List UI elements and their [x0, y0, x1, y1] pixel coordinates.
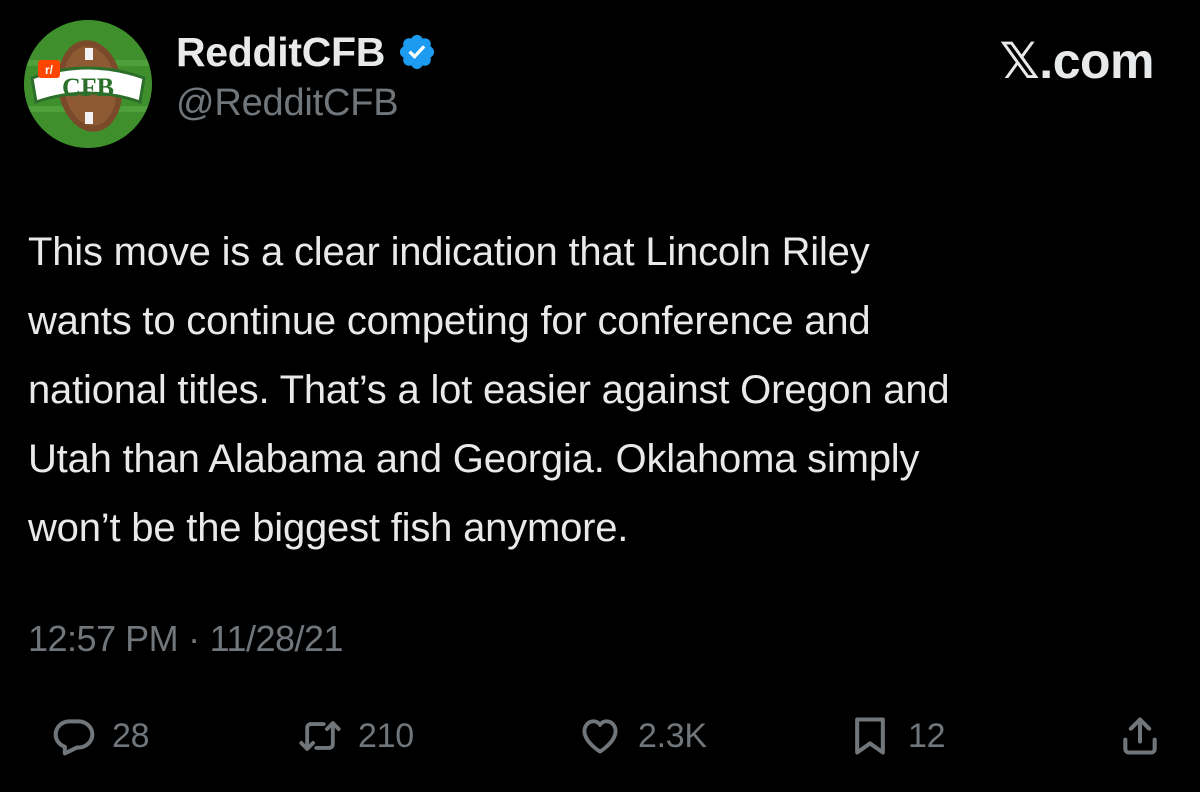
display-name[interactable]: RedditCFB [176, 29, 385, 76]
share-button[interactable] [1118, 706, 1162, 766]
like-count: 2.3K [638, 716, 707, 755]
avatar-logo-icon: CFB r/ [24, 20, 152, 148]
retweet-button[interactable]: 210 [298, 706, 414, 766]
tweet-text-line: wants to continue competing for conferen… [28, 299, 871, 343]
share-icon [1123, 717, 1157, 755]
handle[interactable]: @RedditCFB [176, 82, 437, 125]
tweet-text: This move is a clear indication that Lin… [28, 218, 1178, 563]
tweet-text-line: This move is a clear indication that Lin… [28, 230, 870, 274]
avatar[interactable]: CFB r/ [24, 20, 152, 148]
tweet-text-line: national titles. That’s a lot easier aga… [28, 368, 950, 412]
heart-icon [582, 719, 618, 754]
display-name-row: RedditCFB [176, 28, 437, 76]
bookmark-count: 12 [908, 716, 946, 755]
reply-icon [53, 719, 95, 756]
action-bar: 28 210 2.3K 12 [0, 706, 1200, 766]
retweet-count: 210 [358, 716, 414, 755]
retweet-icon [299, 721, 341, 751]
timestamp: 12:57 PM · 11/28/21 [28, 618, 344, 660]
timestamp-time[interactable]: 12:57 PM [28, 618, 179, 660]
bookmark-button[interactable]: 12 [848, 706, 946, 766]
tweet-text-line: won’t be the biggest fish anymore. [28, 506, 629, 550]
author-block: RedditCFB @RedditCFB [176, 28, 437, 125]
tweet-card: CFB r/ RedditCFB @RedditCFB 𝕏.com This m… [0, 0, 1200, 792]
timestamp-date[interactable]: 11/28/21 [210, 618, 344, 660]
reply-count: 28 [112, 716, 150, 755]
reply-button[interactable]: 28 [52, 706, 150, 766]
x-logo-text: 𝕏.com [999, 33, 1155, 89]
avatar-badge-text: r/ [45, 63, 54, 77]
avatar-text: CFB [62, 73, 114, 102]
bookmark-icon [855, 717, 885, 755]
verified-badge-icon [400, 34, 435, 70]
like-button[interactable]: 2.3K [578, 706, 707, 766]
tweet-text-line: Utah than Alabama and Georgia. Oklahoma … [28, 437, 920, 481]
timestamp-separator: · [188, 618, 200, 659]
